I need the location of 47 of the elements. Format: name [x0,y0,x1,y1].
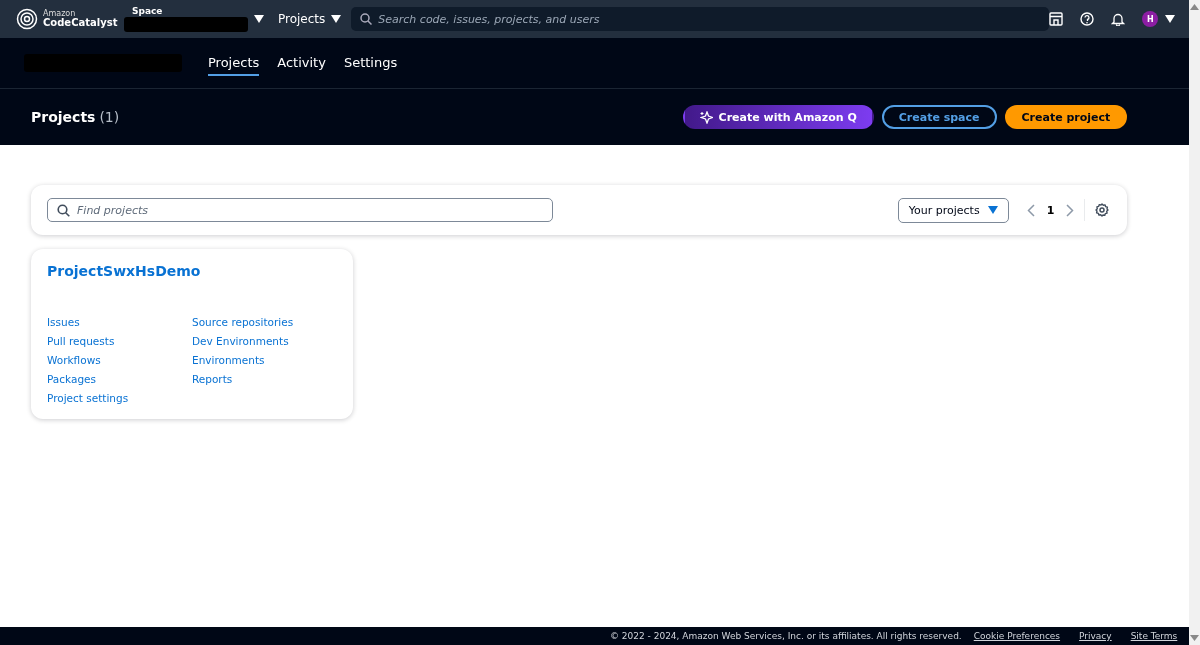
caret-icon[interactable] [1165,15,1176,23]
project-section-link[interactable]: Reports [192,371,233,387]
project-section-link[interactable]: Environments [192,352,265,368]
project-section-link[interactable]: Workflows [47,352,101,368]
page-title: Projects [31,109,96,125]
logo-text: CodeCatalyst [43,18,118,28]
find-field[interactable]: Find projects [47,198,553,222]
project-section-link[interactable]: Dev Environments [192,333,289,349]
scrollbar[interactable] [1189,0,1200,645]
scroll-down-icon[interactable] [1190,635,1200,641]
sparkle-icon [699,110,713,124]
footer-link[interactable]: Cookie Preferences [973,631,1061,641]
projects-menu[interactable]: Projects [278,12,342,26]
logo-icon[interactable] [16,8,38,30]
calendar-icon[interactable] [1049,12,1064,26]
search-icon[interactable] [57,204,70,217]
footer-link[interactable]: Site Terms [1130,631,1178,641]
project-section-link[interactable]: Pull requests [47,333,115,349]
copyright-text: © 2022 - 2024, Amazon Web Services, Inc. or its affiliates. All rights reserved. [609,631,962,641]
create-project-button[interactable]: Create project [1004,105,1128,129]
projects-dropdown[interactable]: Your projects [897,197,1009,223]
avatar[interactable]: H [1142,11,1159,27]
chevron-right-icon[interactable] [1066,203,1075,217]
help-icon[interactable] [1080,12,1095,26]
project-section-link[interactable]: Source repositories [192,314,294,330]
bell-icon[interactable] [1111,12,1126,26]
logo-text-small: Amazon [43,10,77,18]
nav-tab[interactable]: Projects [208,50,260,76]
search-field[interactable]: Search code, issues, projects, and users [351,7,1050,31]
chevron-left-icon[interactable] [1026,203,1035,217]
project-link[interactable]: ProjectSwxHsDemo [47,263,201,279]
create-space-button[interactable]: Create space [881,105,997,129]
project-section-link[interactable]: Issues [47,314,80,330]
caret-icon[interactable] [254,15,264,23]
nav-tab[interactable]: Settings [343,50,398,76]
nav-tab[interactable]: Activity [277,50,326,76]
search-icon[interactable] [360,13,373,25]
space-label: Space [131,6,164,16]
footer-link[interactable]: Privacy [1079,631,1112,641]
page-number[interactable]: 1 [1046,203,1055,217]
project-count: (1) [99,109,120,125]
caret-icon[interactable] [331,15,342,23]
project-section-link[interactable]: Project settings [47,390,129,406]
create-with-ai-button[interactable]: Create with Amazon Q [682,105,874,129]
settings-icon[interactable] [1095,203,1110,217]
project-section-link[interactable]: Packages [47,371,96,387]
scroll-up-icon[interactable] [1190,4,1200,10]
